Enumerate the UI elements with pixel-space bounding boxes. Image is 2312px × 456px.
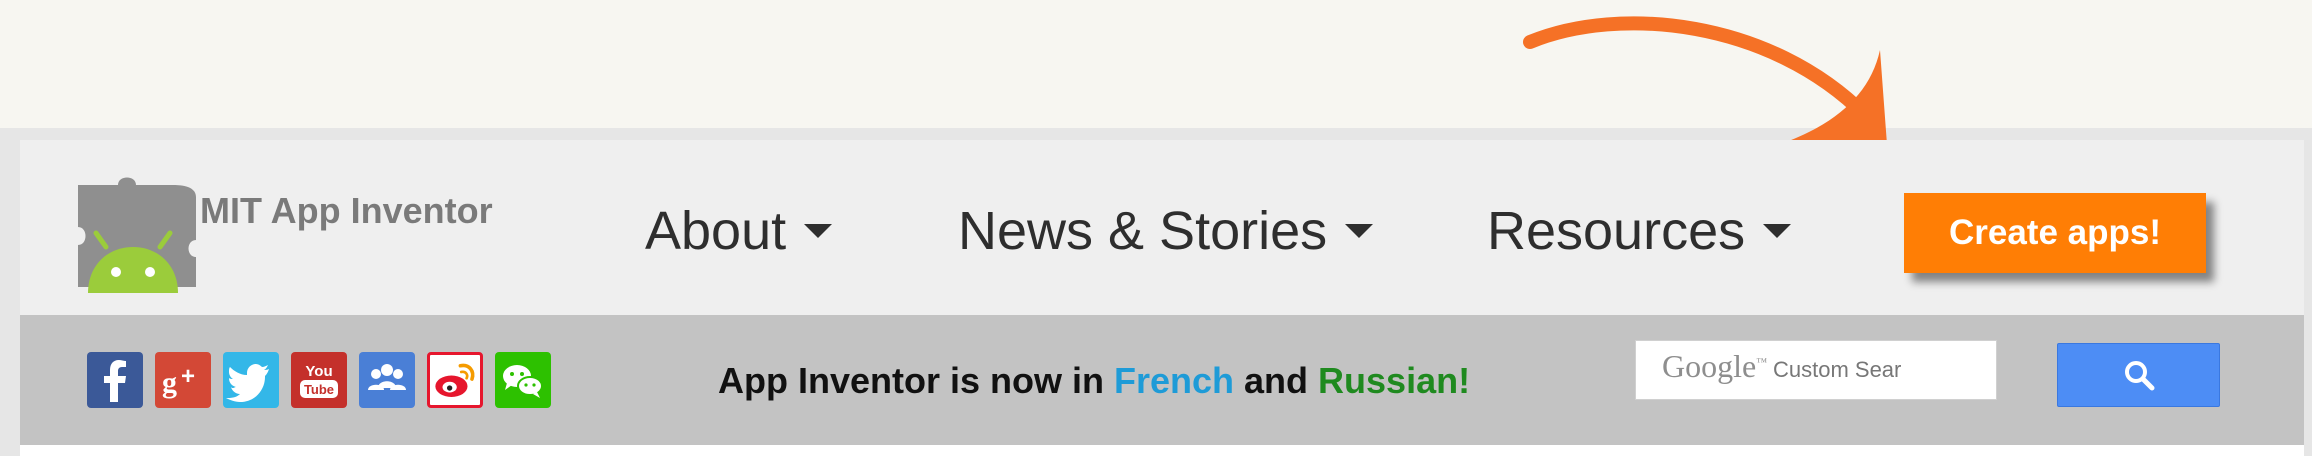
nav-resources-label: Resources [1487, 201, 1746, 261]
google-plus-icon[interactable]: g + [155, 352, 211, 408]
create-apps-button[interactable]: Create apps! [1904, 193, 2206, 273]
svg-text:+: + [181, 363, 195, 390]
nav-about-label: About [645, 201, 787, 261]
svg-text:You: You [305, 363, 332, 380]
google-groups-icon[interactable] [359, 352, 415, 408]
twitter-icon[interactable] [223, 352, 279, 408]
language-announcement: App Inventor is now in French and Russia… [718, 360, 1470, 402]
svg-text:Tube: Tube [304, 382, 334, 397]
svg-text:g: g [162, 366, 177, 399]
app-inventor-logo[interactable] [78, 175, 198, 293]
french-link[interactable]: French [1114, 360, 1234, 401]
brand-title[interactable]: MIT App Inventor [200, 190, 493, 232]
content-edge [20, 445, 2304, 456]
search-input[interactable] [1635, 340, 1997, 400]
russian-link[interactable]: Russian! [1318, 360, 1470, 401]
nav-resources[interactable]: Resources [1487, 200, 1792, 262]
weibo-icon[interactable] [427, 352, 483, 408]
nav-news-label: News & Stories [958, 201, 1328, 261]
announcement-prefix: App Inventor is now in [718, 360, 1114, 401]
caret-down-icon [1763, 223, 1792, 238]
facebook-icon[interactable] [87, 352, 143, 408]
search-icon [2124, 361, 2154, 391]
youtube-icon[interactable]: You Tube [291, 352, 347, 408]
nav-about[interactable]: About [645, 200, 833, 262]
nav-news-stories[interactable]: News & Stories [958, 200, 1374, 262]
caret-down-icon [804, 223, 833, 238]
wechat-icon[interactable] [495, 352, 551, 408]
announcement-middle: and [1234, 360, 1319, 401]
search-button[interactable] [2057, 343, 2220, 407]
caret-down-icon [1345, 223, 1374, 238]
